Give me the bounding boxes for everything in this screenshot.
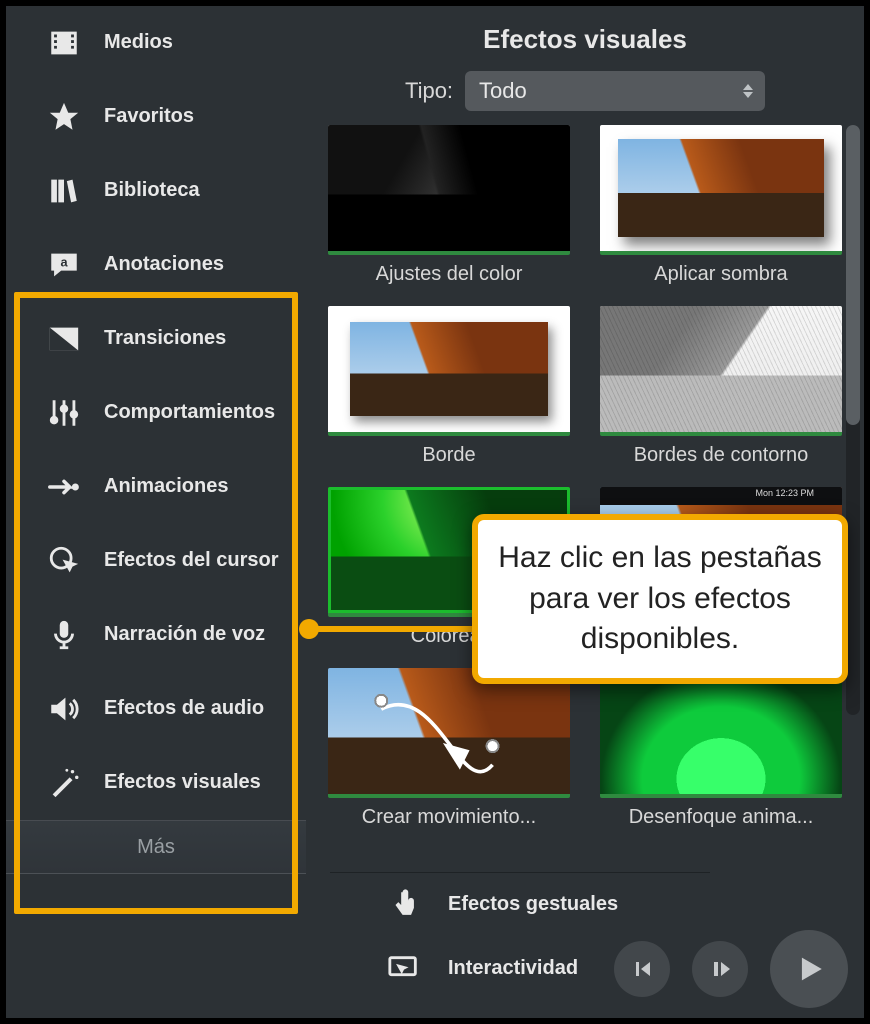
- chevron-updown-icon: [743, 84, 753, 98]
- effect-thumbnail: [600, 125, 842, 255]
- sidebar-item-library[interactable]: Biblioteca: [6, 154, 306, 228]
- sidebar-item-voice-narration[interactable]: Narración de voz: [6, 598, 306, 672]
- effect-thumbnail: [600, 306, 842, 436]
- sidebar-item-label: Efectos visuales: [104, 771, 261, 794]
- sidebar-item-favorites[interactable]: Favoritos: [6, 80, 306, 154]
- film-icon: [46, 25, 82, 61]
- interactive-icon: [386, 951, 422, 987]
- sidebar-item-label: Efectos del cursor: [104, 549, 279, 572]
- callout-connector-line: [306, 626, 478, 632]
- sidebar: Medios Favoritos Biblioteca Anotaciones …: [6, 6, 306, 1018]
- play-button[interactable]: [770, 930, 848, 1008]
- wand-icon: [46, 765, 82, 801]
- sidebar-item-label: Efectos de audio: [104, 697, 264, 720]
- sidebar-item-label: Narración de voz: [104, 623, 265, 646]
- mic-icon: [46, 617, 82, 653]
- sidebar-item-label: Biblioteca: [104, 179, 200, 202]
- effect-label: Aplicar sombra: [600, 255, 842, 286]
- step-back-button[interactable]: [614, 941, 670, 997]
- effect-thumbnail: [328, 125, 570, 255]
- sidebar-item-visual-effects[interactable]: Efectos visuales: [6, 746, 306, 820]
- sidebar-item-label: Animaciones: [104, 475, 228, 498]
- app-root: Medios Favoritos Biblioteca Anotaciones …: [6, 6, 864, 1018]
- sidebar-item-label: Medios: [104, 31, 173, 54]
- sidebar-item-label: Interactividad: [448, 957, 578, 980]
- arrow-path-icon: [46, 469, 82, 505]
- effect-drop-shadow[interactable]: Aplicar sombra: [600, 125, 842, 286]
- annotation-icon: [46, 247, 82, 283]
- star-icon: [46, 99, 82, 135]
- effect-create-motion[interactable]: Crear movimiento...: [328, 668, 570, 829]
- sidebar-item-label: Anotaciones: [104, 253, 224, 276]
- tutorial-callout: Haz clic en las pestañas para ver los ef…: [472, 514, 848, 684]
- type-filter-row: Tipo: Todo: [306, 63, 864, 125]
- sidebar-item-audio-effects[interactable]: Efectos de audio: [6, 672, 306, 746]
- effect-label: Desenfoque anima...: [600, 798, 842, 829]
- effect-thumbnail: [328, 306, 570, 436]
- tutorial-callout-text: Haz clic en las pestañas para ver los ef…: [498, 538, 822, 660]
- effect-label: Ajustes del color: [328, 255, 570, 286]
- effect-label: Borde: [328, 436, 570, 467]
- effect-thumbnail: [328, 668, 570, 798]
- effect-contour-borders[interactable]: Bordes de contorno: [600, 306, 842, 467]
- sidebar-item-media[interactable]: Medios: [6, 6, 306, 80]
- gesture-icon: [386, 887, 422, 923]
- transition-icon: [46, 321, 82, 357]
- sliders-icon: [46, 395, 82, 431]
- play-pause-button[interactable]: [692, 941, 748, 997]
- sidebar-item-transitions[interactable]: Transiciones: [6, 302, 306, 376]
- sidebar-more-button[interactable]: Más: [6, 820, 306, 874]
- effect-label: Bordes de contorno: [600, 436, 842, 467]
- effect-label: Crear movimiento...: [328, 798, 570, 829]
- type-filter-value: Todo: [479, 78, 527, 104]
- speaker-icon: [46, 691, 82, 727]
- sidebar-more-label: Más: [137, 836, 175, 859]
- effect-animated-blur[interactable]: Desenfoque anima...: [600, 668, 842, 829]
- sidebar-item-animations[interactable]: Animaciones: [6, 450, 306, 524]
- effect-border[interactable]: Borde: [328, 306, 570, 467]
- sidebar-item-behaviors[interactable]: Comportamientos: [6, 376, 306, 450]
- type-filter-label: Tipo:: [405, 78, 453, 104]
- sidebar-item-annotations[interactable]: Anotaciones: [6, 228, 306, 302]
- sidebar-item-label: Transiciones: [104, 327, 226, 350]
- panel-title: Efectos visuales: [306, 6, 864, 63]
- sidebar-item-gesture-effects[interactable]: Efectos gestuales: [330, 873, 710, 937]
- sidebar-item-label: Comportamientos: [104, 401, 275, 424]
- scrollbar-thumb[interactable]: [846, 125, 860, 425]
- sidebar-item-label: Efectos gestuales: [448, 893, 618, 916]
- effect-thumbnail: [600, 668, 842, 798]
- sidebar-item-cursor-effects[interactable]: Efectos del cursor: [6, 524, 306, 598]
- books-icon: [46, 173, 82, 209]
- type-filter-select[interactable]: Todo: [465, 71, 765, 111]
- cursor-ring-icon: [46, 543, 82, 579]
- effect-color-adjust[interactable]: Ajustes del color: [328, 125, 570, 286]
- effects-panel: Efectos visuales Tipo: Todo Ajustes del …: [306, 6, 864, 1018]
- playback-controls: [614, 930, 848, 1008]
- sidebar-item-label: Favoritos: [104, 105, 194, 128]
